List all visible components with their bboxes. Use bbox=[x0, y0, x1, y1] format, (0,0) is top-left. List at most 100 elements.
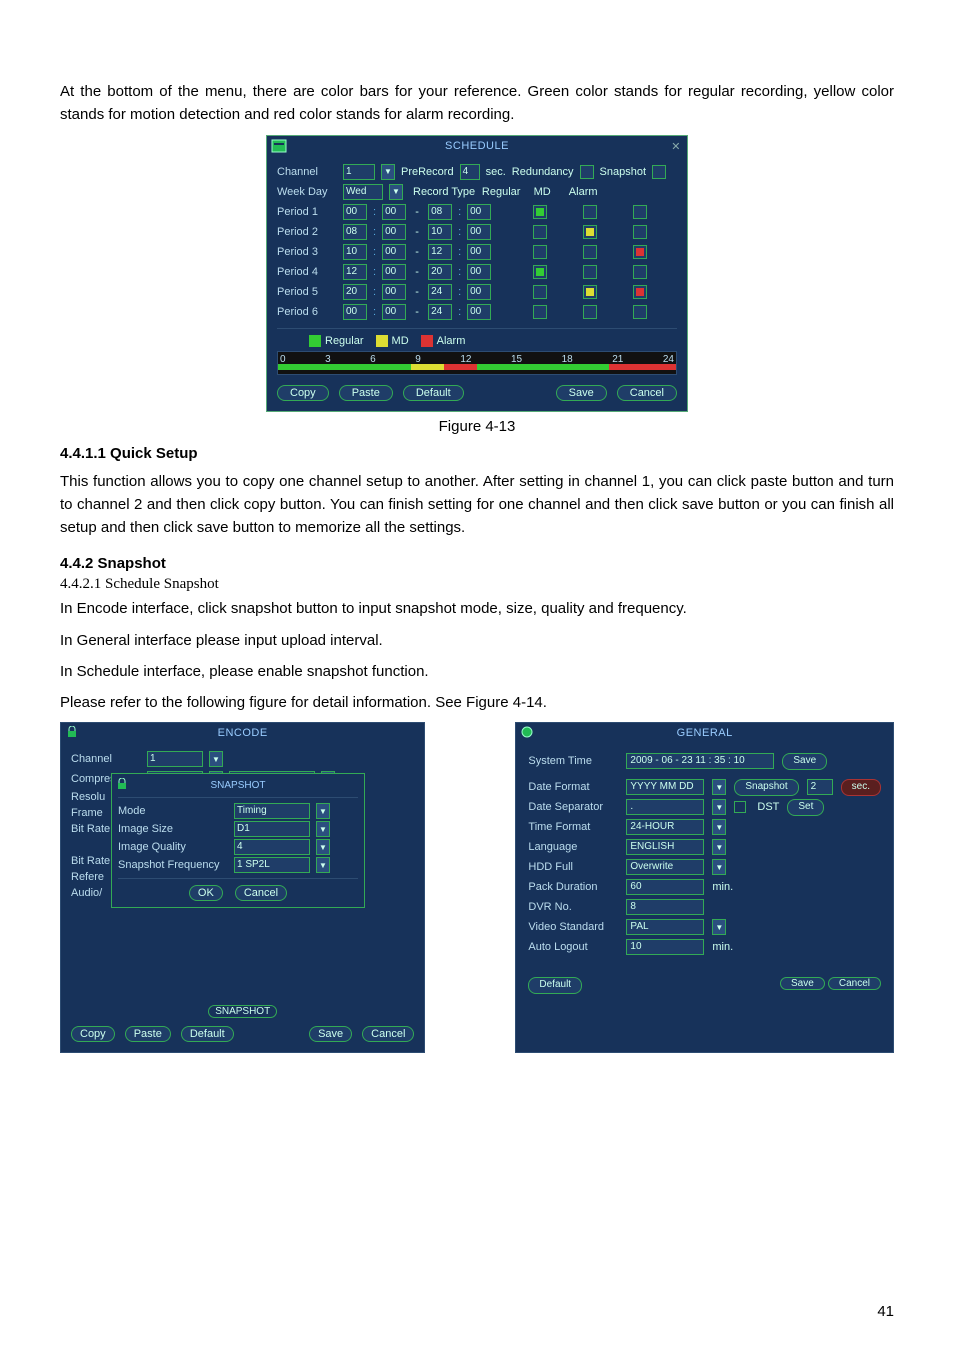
save-button[interactable]: Save bbox=[780, 977, 825, 990]
schedule-icon bbox=[271, 138, 287, 154]
md-checkbox[interactable] bbox=[583, 285, 597, 299]
encode-title-bar: ENCODE bbox=[61, 723, 424, 743]
dropdown-arrow-icon[interactable]: ▼ bbox=[316, 803, 330, 819]
dropdown-arrow-icon[interactable]: ▼ bbox=[712, 919, 726, 935]
alarm-col-header: Alarm bbox=[563, 186, 603, 198]
dateformat-select[interactable]: YYYY MM DD bbox=[626, 779, 704, 795]
cancel-button[interactable]: Cancel bbox=[828, 977, 881, 990]
packdur-input[interactable]: 60 bbox=[626, 879, 704, 895]
regular-checkbox[interactable] bbox=[533, 205, 547, 219]
figure-4-14-row: ENCODE Channel 1 ▼ Compression H.264 ▼ E… bbox=[60, 722, 894, 1053]
alarm-checkbox[interactable] bbox=[633, 265, 647, 279]
systime-save-button[interactable]: Save bbox=[782, 753, 827, 770]
md-checkbox[interactable] bbox=[583, 305, 597, 319]
popup-ok-button[interactable]: OK bbox=[189, 885, 223, 901]
dropdown-arrow-icon[interactable]: ▼ bbox=[712, 859, 726, 875]
language-select[interactable]: ENGLISH bbox=[626, 839, 704, 855]
save-button[interactable]: Save bbox=[556, 385, 607, 401]
dropdown-arrow-icon[interactable]: ▼ bbox=[712, 799, 726, 815]
md-checkbox[interactable] bbox=[583, 245, 597, 259]
redundancy-checkbox[interactable] bbox=[580, 165, 594, 179]
timeformat-select[interactable]: 24-HOUR bbox=[626, 819, 704, 835]
from-mins[interactable]: 00 bbox=[382, 204, 406, 220]
regular-checkbox[interactable] bbox=[533, 285, 547, 299]
dropdown-arrow-icon[interactable]: ▼ bbox=[712, 839, 726, 855]
weekday-dropdown-arrow[interactable]: ▼ bbox=[389, 184, 403, 200]
period-row: Period 2 08:00 - 10:00 bbox=[277, 222, 677, 242]
mode-label: Mode bbox=[118, 805, 228, 817]
datesep-label: Date Separator bbox=[528, 801, 618, 813]
default-button[interactable]: Default bbox=[181, 1026, 234, 1042]
alarm-checkbox[interactable] bbox=[633, 205, 647, 219]
dst-set-button[interactable]: Set bbox=[787, 799, 824, 816]
snapshot-label: Snapshot bbox=[600, 166, 646, 178]
alarm-checkbox[interactable] bbox=[633, 225, 647, 239]
snapshot-sec-input[interactable]: 2 bbox=[807, 779, 833, 795]
language-label: Language bbox=[528, 841, 618, 853]
dst-checkbox[interactable] bbox=[734, 801, 746, 813]
alarm-checkbox[interactable] bbox=[633, 305, 647, 319]
vidstd-select[interactable]: PAL bbox=[626, 919, 704, 935]
imgq-select[interactable]: 4 bbox=[234, 839, 310, 855]
to-hours[interactable]: 08 bbox=[428, 204, 452, 220]
cancel-button[interactable]: Cancel bbox=[617, 385, 677, 401]
from-hours[interactable]: 00 bbox=[343, 204, 367, 220]
regular-checkbox[interactable] bbox=[533, 245, 547, 259]
regular-col-header: Regular bbox=[481, 186, 521, 198]
period-row: Period 6 00:00 - 24:00 bbox=[277, 302, 677, 322]
alarm-checkbox[interactable] bbox=[633, 245, 647, 259]
datesep-select[interactable]: . bbox=[626, 799, 704, 815]
dropdown-arrow-icon[interactable]: ▼ bbox=[316, 821, 330, 837]
channel-input[interactable]: 1 bbox=[343, 164, 375, 180]
systime-input[interactable]: 2009 - 06 - 23 11 : 35 : 10 bbox=[626, 753, 774, 769]
snapshot-button[interactable]: SNAPSHOT bbox=[208, 1005, 277, 1018]
cancel-button[interactable]: Cancel bbox=[362, 1026, 414, 1042]
schedule-title-bar: SCHEDULE ✕ bbox=[267, 136, 687, 156]
close-icon[interactable]: ✕ bbox=[671, 140, 681, 153]
md-checkbox[interactable] bbox=[583, 265, 597, 279]
mode-select[interactable]: Timing bbox=[234, 803, 310, 819]
paste-button[interactable]: Paste bbox=[125, 1026, 171, 1042]
autologout-label: Auto Logout bbox=[528, 941, 618, 953]
md-checkbox[interactable] bbox=[583, 205, 597, 219]
figure-4-13: SCHEDULE ✕ Channel 1 ▼ PreRecord 4 sec. … bbox=[60, 135, 894, 435]
dropdown-arrow-icon[interactable]: ▼ bbox=[316, 857, 330, 873]
prerecord-input[interactable]: 4 bbox=[460, 164, 480, 180]
dvrno-input[interactable]: 8 bbox=[626, 899, 704, 915]
channel-select[interactable]: 1 bbox=[147, 751, 203, 767]
popup-cancel-button[interactable]: Cancel bbox=[235, 885, 287, 901]
snapshot-checkbox[interactable] bbox=[652, 165, 666, 179]
alarm-checkbox[interactable] bbox=[633, 285, 647, 299]
dropdown-arrow-icon[interactable]: ▼ bbox=[316, 839, 330, 855]
snapshot-button[interactable]: Snapshot bbox=[734, 779, 798, 796]
to-mins[interactable]: 00 bbox=[467, 204, 491, 220]
regular-checkbox[interactable] bbox=[533, 265, 547, 279]
dropdown-arrow-icon[interactable]: ▼ bbox=[209, 751, 223, 767]
hddfull-label: HDD Full bbox=[528, 861, 618, 873]
channel-dropdown-arrow[interactable]: ▼ bbox=[381, 164, 395, 180]
dvrno-label: DVR No. bbox=[528, 901, 618, 913]
encode-icon bbox=[66, 726, 78, 738]
default-button[interactable]: Default bbox=[528, 977, 582, 994]
heading-4-4-2-1: 4.4.2.1 Schedule Snapshot bbox=[60, 576, 894, 593]
autologout-input[interactable]: 10 bbox=[626, 939, 704, 955]
dropdown-arrow-icon[interactable]: ▼ bbox=[712, 779, 726, 795]
hddfull-select[interactable]: Overwrite bbox=[626, 859, 704, 875]
copy-button[interactable]: Copy bbox=[277, 385, 329, 401]
default-button[interactable]: Default bbox=[403, 385, 464, 401]
paste-button[interactable]: Paste bbox=[339, 385, 393, 401]
md-checkbox[interactable] bbox=[583, 225, 597, 239]
legend-alarm: Alarm bbox=[437, 335, 466, 347]
regular-checkbox[interactable] bbox=[533, 225, 547, 239]
save-button[interactable]: Save bbox=[309, 1026, 352, 1042]
dateformat-label: Date Format bbox=[528, 781, 618, 793]
heading-4-4-1-1: 4.4.1.1 Quick Setup bbox=[60, 445, 894, 462]
period-label: Period 2 bbox=[277, 226, 337, 238]
period-label: Period 1 bbox=[277, 206, 337, 218]
dropdown-arrow-icon[interactable]: ▼ bbox=[712, 819, 726, 835]
copy-button[interactable]: Copy bbox=[71, 1026, 115, 1042]
freq-select[interactable]: 1 SP2L bbox=[234, 857, 310, 873]
regular-checkbox[interactable] bbox=[533, 305, 547, 319]
weekday-select[interactable]: Wed bbox=[343, 184, 383, 200]
imgsize-select[interactable]: D1 bbox=[234, 821, 310, 837]
